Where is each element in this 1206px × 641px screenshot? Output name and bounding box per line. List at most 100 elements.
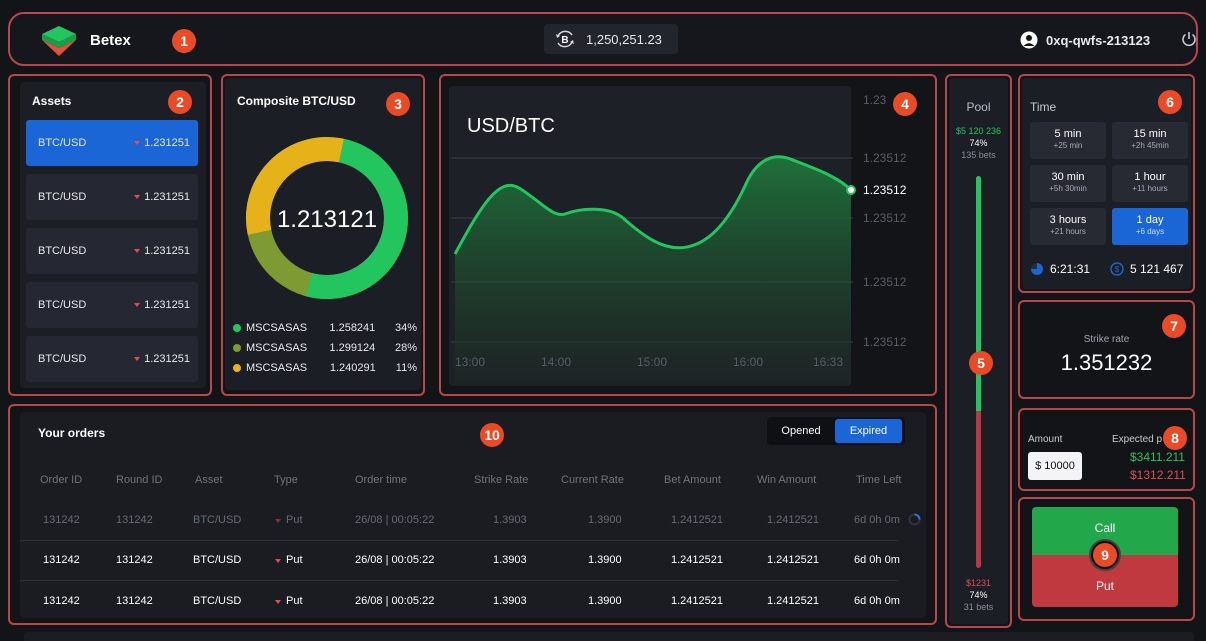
x-tick-label: 16:00 — [733, 355, 763, 369]
cell-round-id: 131242 — [116, 595, 153, 607]
amount-input[interactable]: $ 10000 — [1028, 452, 1082, 480]
cell-bet-amount: 1.2412521 — [671, 554, 723, 566]
amount-panel: Amount $ 10000 Expected p $3411.211 $131… — [1018, 408, 1195, 491]
asset-rate: 1.231251 — [144, 191, 190, 203]
down-arrow-icon — [134, 249, 141, 253]
legend-row: MSCSASAS 1.240291 11% — [233, 358, 417, 378]
asset-rate: 1.231251 — [144, 137, 190, 149]
legend-row: MSCSASAS 1.258241 34% — [233, 318, 417, 338]
amount-label: Amount — [1028, 434, 1063, 445]
betex-logo-icon — [42, 26, 76, 56]
marker-badge-3: 3 — [386, 92, 410, 116]
asset-item[interactable]: BTC/USD 1.231251 — [26, 336, 198, 382]
composite-legend: MSCSASAS 1.258241 34% MSCSASAS 1.299124 … — [233, 318, 417, 378]
asset-item[interactable]: BTC/USD 1.231251 — [26, 120, 198, 166]
time-option-1hour[interactable]: 1 hour +11 hours — [1112, 165, 1188, 202]
asset-name: BTC/USD — [38, 137, 87, 149]
wallet-id: 0xq-qwfs-213123 — [1046, 32, 1151, 48]
pool-bottom-bets: 31 bets — [963, 602, 994, 612]
pool-bottom-pct: 74% — [969, 590, 988, 600]
strike-rate-panel: Strike rate 1.351232 7 — [1018, 300, 1195, 399]
time-option-15min[interactable]: 15 min +2h 45min — [1112, 122, 1188, 159]
pool-bottom-amount: $1231 — [965, 578, 992, 588]
time-option-5min[interactable]: 5 min +25 min — [1030, 122, 1106, 159]
time-option-sub: +25 min — [1053, 141, 1083, 150]
asset-rate: 1.231251 — [144, 245, 190, 257]
svg-text:B: B — [561, 35, 568, 46]
column-header: Round ID — [116, 474, 163, 486]
y-tick-label: 1.23512 — [863, 335, 907, 349]
column-header: Order time — [355, 474, 407, 486]
current-point-icon — [846, 185, 856, 195]
marker-badge-7: 7 — [1162, 314, 1186, 338]
total-value: 5 121 467 — [1130, 262, 1184, 276]
cell-order-time: 26/08 | 00:05:22 — [355, 595, 435, 607]
pool-top-pct: 74% — [969, 138, 988, 148]
cell-current-rate: 1.3900 — [588, 595, 622, 607]
table-row[interactable]: 131242 131242 BTC/USD Put 26/08 | 00:05:… — [20, 541, 902, 579]
price-area — [455, 156, 851, 384]
composite-body: Composite BTC/USD 1.213121 MSCSASAS 1.25… — [225, 78, 421, 390]
orders-title: Your orders — [38, 426, 106, 440]
trade-panel: Call Put 9 — [1018, 497, 1195, 621]
time-option-30min[interactable]: 30 min +5h 30min — [1030, 165, 1106, 202]
down-arrow-icon — [275, 519, 281, 523]
countdown: 6:21:31 — [1030, 262, 1090, 276]
composite-panel: Composite BTC/USD 1.213121 MSCSASAS 1.25… — [221, 74, 425, 396]
time-option-label: 15 min — [1133, 128, 1167, 140]
legend-name: MSCSASAS — [245, 362, 308, 374]
column-header: Order ID — [40, 474, 83, 486]
legend-value: 1.240291 — [329, 362, 376, 374]
svg-text:$: $ — [1115, 265, 1120, 274]
column-header: Bet Amount — [664, 474, 721, 486]
time-option-sub: +11 hours — [1132, 184, 1168, 193]
marker-badge-5: 5 — [969, 351, 993, 375]
asset-item[interactable]: BTC/USD 1.231251 — [26, 228, 198, 274]
marker-badge-1: 1 — [172, 29, 196, 53]
cell-strike-rate: 1.3903 — [493, 514, 527, 526]
pool-title: Pool — [966, 100, 991, 114]
cell-order-id: 131242 — [43, 595, 80, 607]
time-option-1day[interactable]: 1 day +6 days — [1112, 208, 1188, 245]
marker-badge-9: 9 — [1093, 543, 1117, 567]
asset-item[interactable]: BTC/USD 1.231251 — [26, 174, 198, 220]
y-tick-label: 1.23 — [863, 93, 887, 107]
assets-list: Assets BTC/USD 1.231251 BTC/USD 1.231251… — [20, 82, 206, 388]
pool-top-bets: 135 bets — [961, 150, 996, 160]
y-tick-label: 1.23512 — [863, 151, 907, 165]
price-chart-panel: USD/BTC 1.23 1.23512 1.23512 1.23512 1.2… — [439, 74, 937, 396]
cell-bet-amount: 1.2412521 — [671, 514, 723, 526]
cell-order-time: 26/08 | 00:05:22 — [355, 554, 435, 566]
time-option-label: 30 min — [1051, 171, 1085, 183]
cell-type: Put — [286, 514, 303, 526]
pool-bar-put — [976, 411, 981, 568]
total-pool: $ 5 121 467 — [1110, 262, 1183, 276]
brand-name: Betex — [90, 32, 131, 49]
legend-dot-icon — [233, 324, 241, 332]
donut-center-value: 1.213121 — [277, 206, 377, 233]
column-header: Type — [274, 474, 298, 486]
tab-opened[interactable]: Opened — [770, 420, 832, 442]
wallet-account[interactable]: 0xq-qwfs-213123 — [1020, 31, 1150, 49]
countdown-value: 6:21:31 — [1050, 262, 1091, 276]
column-header: Current Rate — [561, 474, 624, 486]
legend-pct: 11% — [395, 362, 417, 374]
marker-badge-8: 8 — [1163, 426, 1187, 450]
pool-bar-call — [976, 176, 981, 411]
cell-asset: BTC/USD — [193, 514, 242, 526]
loading-spinner-icon — [908, 513, 921, 526]
cell-order-id: 131242 — [43, 554, 80, 566]
table-row[interactable]: 131242 131242 BTC/USD Put 26/08 | 00:05:… — [20, 501, 921, 539]
cell-time-left: 6d 0h 0m — [854, 514, 900, 526]
cell-current-rate: 1.3900 — [588, 514, 622, 526]
power-icon[interactable] — [1180, 30, 1198, 48]
row-divider — [20, 580, 898, 581]
asset-item[interactable]: BTC/USD 1.231251 — [26, 282, 198, 328]
top-header: Betex 1 B 1,250,251.23 0xq-qwfs-213123 — [8, 12, 1198, 66]
tab-expired[interactable]: Expired — [835, 419, 902, 443]
down-arrow-icon — [134, 141, 141, 145]
current-value-label: 1.23512 — [863, 183, 907, 197]
time-option-3hours[interactable]: 3 hours +21 hours — [1030, 208, 1106, 245]
currency-b-icon: B — [556, 30, 574, 48]
table-row[interactable]: 131242 131242 BTC/USD Put 26/08 | 00:05:… — [20, 582, 902, 620]
